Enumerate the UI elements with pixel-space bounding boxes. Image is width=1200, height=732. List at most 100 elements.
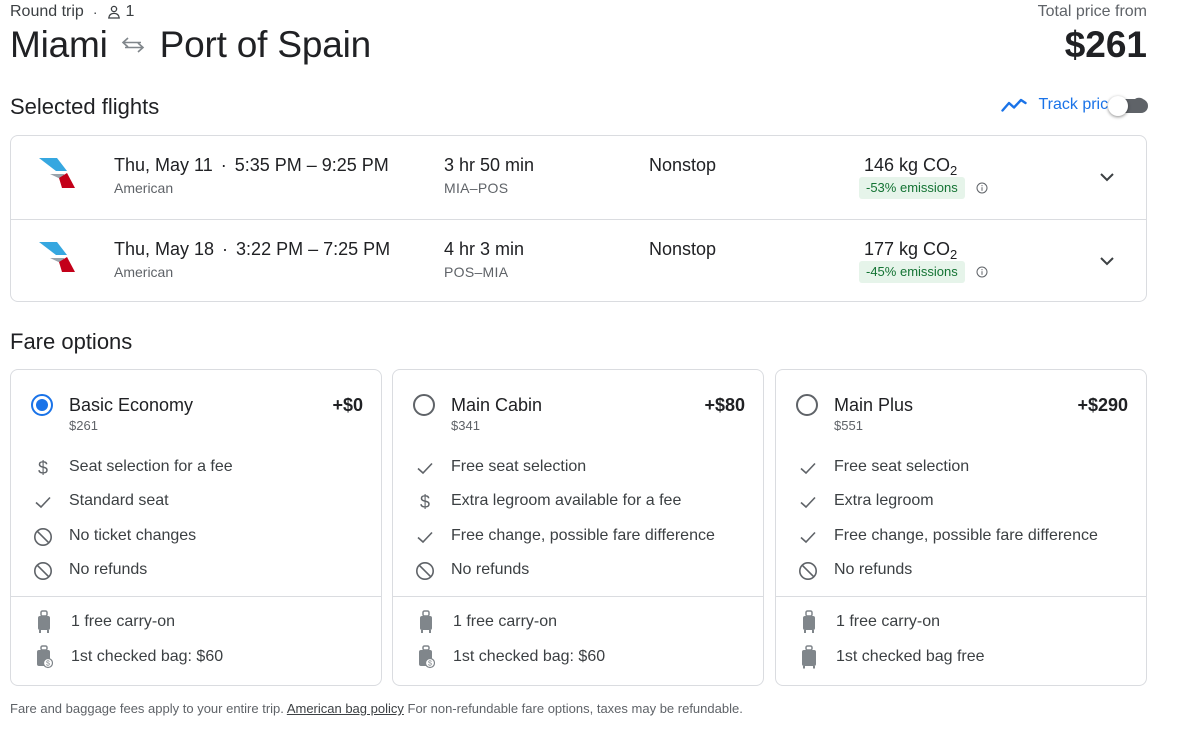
- flight-row-return[interactable]: Thu, May 18 · 3:22 PM – 7:25 PM American 4…: [11, 219, 1146, 302]
- fare-feature: Standard seat: [11, 490, 381, 514]
- block-icon: [416, 562, 434, 580]
- fare-feature-text: No refunds: [451, 561, 530, 578]
- check-icon: [417, 531, 433, 544]
- bag-allowance: $ 1st checked bag: $60: [393, 645, 763, 669]
- separator-dot: ·: [220, 155, 227, 175]
- trend-icon: [1001, 98, 1028, 112]
- flight-co2: 177 kg CO2: [864, 239, 957, 262]
- fare-feature-text: Extra legroom available for a fee: [451, 492, 682, 509]
- bag-allowance: $ 1st checked bag: $60: [11, 645, 381, 669]
- fare-feature-text: No refunds: [69, 561, 148, 578]
- carry-on-icon: [420, 610, 432, 633]
- emissions-info-icon[interactable]: [976, 182, 988, 194]
- origin-city: Miami: [10, 24, 108, 65]
- swap-arrows-icon: [121, 37, 144, 53]
- carry-on-icon: [38, 610, 50, 633]
- separator-dot: ·: [92, 4, 98, 20]
- checked-bag-fee-icon: $: [419, 645, 435, 669]
- emissions-badge: -45% emissions: [859, 261, 965, 283]
- flight-airline: American: [114, 180, 174, 196]
- fare-radio[interactable]: [413, 394, 435, 416]
- svg-text:$: $: [46, 661, 50, 668]
- fare-feature-text: Extra legroom: [834, 492, 934, 509]
- block-icon: [34, 562, 52, 580]
- fare-card-basic-economy[interactable]: Basic Economy $261 +$0 $ Seat selection …: [10, 369, 382, 686]
- checked-bag-icon: [802, 645, 816, 669]
- fare-feature: Free change, possible fare difference: [393, 525, 763, 549]
- check-icon: [800, 531, 816, 544]
- fare-feature: No refunds: [776, 559, 1146, 583]
- fare-feature: No refunds: [393, 559, 763, 583]
- fare-radio-selected[interactable]: [31, 394, 53, 416]
- svg-text:$: $: [420, 492, 430, 512]
- person-icon: [107, 5, 120, 19]
- bag-text: 1 free carry-on: [71, 613, 176, 630]
- fare-feature-text: Free seat selection: [451, 458, 587, 475]
- fare-price-delta: +$290: [1077, 395, 1128, 415]
- flight-times: 5:35 PM – 9:25 PM: [234, 155, 389, 175]
- checked-bag-fee-icon: $: [37, 645, 53, 669]
- destination-city: Port of Spain: [159, 24, 372, 65]
- bag-text: 1 free carry-on: [836, 613, 941, 630]
- bag-allowance: 1 free carry-on: [393, 610, 763, 634]
- bag-text: 1st checked bag: $60: [71, 648, 224, 665]
- passenger-count[interactable]: 1: [126, 3, 135, 21]
- check-icon: [800, 496, 816, 509]
- trip-header: Round trip · 1 Miami Port of Spain Total…: [10, 0, 1147, 70]
- fare-name: Main Cabin: [451, 395, 543, 415]
- route-title: Miami Port of Spain: [10, 24, 371, 66]
- check-icon: [35, 496, 51, 509]
- flight-row-outbound[interactable]: Thu, May 11 · 5:35 PM – 9:25 PM American 3…: [11, 136, 1146, 219]
- fare-feature: No ticket changes: [11, 525, 381, 549]
- divider: [11, 596, 381, 597]
- chevron-down-icon[interactable]: [1096, 252, 1118, 270]
- fare-radio[interactable]: [796, 394, 818, 416]
- block-icon: [34, 528, 52, 546]
- fare-feature-text: Free change, possible fare difference: [834, 527, 1098, 544]
- fare-card-main-cabin[interactable]: Main Cabin $341 +$80 Free seat selection…: [392, 369, 764, 686]
- american-airlines-logo: [39, 242, 75, 272]
- track-prices-toggle[interactable]: [1108, 96, 1148, 116]
- fare-base-price: $261: [69, 418, 98, 433]
- fare-feature-text: No refunds: [834, 561, 913, 578]
- fare-price-delta: +$0: [332, 395, 363, 415]
- bag-policy-link[interactable]: American bag policy: [287, 701, 404, 716]
- flight-stops: Nonstop: [649, 155, 717, 175]
- fare-base-price: $341: [451, 418, 480, 433]
- separator-dot: ·: [222, 239, 229, 259]
- bag-text: 1st checked bag free: [836, 648, 985, 665]
- fare-feature: $ Seat selection for a fee: [11, 456, 381, 480]
- flight-route-codes: POS–MIA: [444, 264, 509, 280]
- fare-feature-text: Free change, possible fare difference: [451, 527, 715, 544]
- fare-footnote: Fare and baggage fees apply to your enti…: [10, 701, 743, 716]
- co2-subscript: 2: [950, 163, 958, 178]
- fare-price-delta: +$80: [704, 395, 745, 415]
- fare-feature: No refunds: [11, 559, 381, 583]
- fare-feature: Free seat selection: [393, 456, 763, 480]
- check-icon: [800, 462, 816, 475]
- dollar-icon: $: [420, 492, 430, 512]
- flight-airline: American: [114, 264, 174, 280]
- emissions-info-icon[interactable]: [976, 266, 988, 278]
- flight-co2: 146 kg CO2: [864, 155, 957, 178]
- fare-name: Main Plus: [834, 395, 914, 415]
- selected-flights-list: Thu, May 11 · 5:35 PM – 9:25 PM American 3…: [10, 135, 1147, 302]
- fare-feature: Extra legroom: [776, 490, 1146, 514]
- trip-type[interactable]: Round trip: [10, 3, 84, 21]
- total-price-label: Total price from: [1037, 3, 1147, 20]
- fare-card-main-plus[interactable]: Main Plus $551 +$290 Free seat selection…: [775, 369, 1147, 686]
- fare-feature-text: No ticket changes: [69, 527, 197, 544]
- footnote-text: For non-refundable fare options, taxes m…: [407, 701, 743, 716]
- chevron-down-icon[interactable]: [1096, 168, 1118, 186]
- fare-feature: $ Extra legroom available for a fee: [393, 490, 763, 514]
- emissions-badge: -53% emissions: [859, 177, 965, 199]
- fare-feature-text: Seat selection for a fee: [69, 458, 233, 475]
- block-icon: [799, 562, 817, 580]
- dollar-icon: $: [38, 458, 48, 478]
- american-airlines-logo: [39, 158, 75, 188]
- fare-feature: Free change, possible fare difference: [776, 525, 1146, 549]
- fare-feature: Free seat selection: [776, 456, 1146, 480]
- flight-duration: 4 hr 3 min: [444, 239, 525, 259]
- co2-value: 177 kg CO: [864, 239, 951, 259]
- toggle-knob: [1108, 96, 1128, 116]
